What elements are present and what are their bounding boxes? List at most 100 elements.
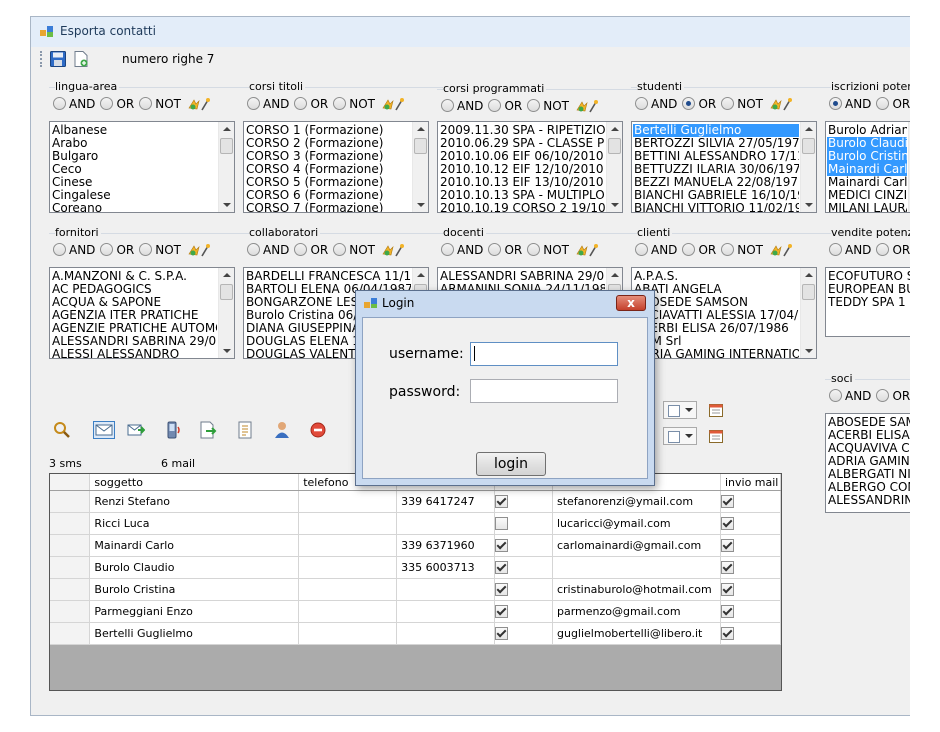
list-item[interactable]: ACQUA & SAPONE xyxy=(51,296,217,309)
export-icon[interactable] xyxy=(199,421,217,439)
radio-or[interactable] xyxy=(682,97,696,110)
scroll-down-icon[interactable] xyxy=(223,349,231,353)
list-item[interactable]: BIANCHI GABRIELE 16/10/1976 xyxy=(633,189,799,202)
mail-icon[interactable] xyxy=(93,421,115,439)
listbox-vendite[interactable]: ECOFUTURO ScEUROPEAN BUFTEDDY SPA 1 2 xyxy=(825,267,910,337)
checkbox[interactable] xyxy=(495,561,509,575)
list-item[interactable]: ACERBI ELISA 26/07/1986 xyxy=(633,322,799,335)
list-item[interactable]: MILANI LAURA 6 xyxy=(827,202,907,212)
list-item[interactable]: ACCIAVATTI ALESSIA 17/04/197 xyxy=(633,309,799,322)
radio-or[interactable] xyxy=(682,243,696,256)
list-item[interactable]: EUROPEAN BUF xyxy=(827,283,910,296)
list-item[interactable]: BETTUZZI ILARIA 30/06/1975 xyxy=(633,163,799,176)
list-item[interactable]: Cingalese xyxy=(51,189,217,202)
row-header[interactable] xyxy=(50,578,91,601)
list-item[interactable]: CORSO 7 (Formazione) xyxy=(245,202,411,212)
radio-or[interactable] xyxy=(100,243,114,256)
list-item[interactable]: Arabo xyxy=(51,137,217,150)
magic-wand-icon[interactable] xyxy=(382,97,404,111)
list-item[interactable]: Burolo Adriana 3 xyxy=(827,124,907,137)
radio-and[interactable] xyxy=(635,97,648,110)
table-row[interactable]: Mainardi Carlo 339 6371960 carlomainardi@g… xyxy=(50,534,781,557)
login-button[interactable]: login xyxy=(476,452,546,476)
list-item[interactable]: ALESSANDRI SABRINA 29/01/19 xyxy=(439,270,605,283)
scroll-thumb[interactable] xyxy=(802,138,815,154)
list-item[interactable]: ADM Srl xyxy=(633,335,799,348)
magic-wand-icon[interactable] xyxy=(770,243,792,257)
list-item[interactable]: ALESSANDRINI xyxy=(827,494,910,507)
list-item[interactable]: ACERBI ELISA 2 xyxy=(827,429,910,442)
checkbox[interactable] xyxy=(720,517,734,531)
row-header[interactable] xyxy=(50,534,91,557)
listbox-soci[interactable]: ABOSEDE SAMSACERBI ELISA 2ACQUAVIVA CHIA… xyxy=(825,413,910,513)
list-item[interactable]: CORSO 2 (Formazione) xyxy=(245,137,411,150)
list-item[interactable]: ALESSANDRI SABRINA 29/01/19 xyxy=(51,335,217,348)
vertical-scrollbar[interactable] xyxy=(908,122,910,212)
list-item[interactable]: BETTINI ALESSANDRO 17/11/19 xyxy=(633,150,799,163)
list-item[interactable]: Mainardi Carlo 2 xyxy=(827,176,907,189)
list-item[interactable]: Bulgaro xyxy=(51,150,217,163)
list-item[interactable]: Cinese xyxy=(51,176,217,189)
sms-icon[interactable] xyxy=(164,421,182,439)
list-item[interactable]: Ceco xyxy=(51,163,217,176)
list-item[interactable]: ADRIA GAMING xyxy=(827,455,910,468)
list-item[interactable]: Bertelli Guglielmo xyxy=(633,124,799,137)
list-item[interactable]: TEDDY SPA 1 2 xyxy=(827,296,910,309)
scroll-thumb[interactable] xyxy=(220,138,233,154)
scroll-up-icon[interactable] xyxy=(611,127,619,131)
magic-wand-icon[interactable] xyxy=(382,243,404,257)
stop-icon[interactable] xyxy=(309,421,327,439)
list-item[interactable]: BIANCHI VITTORIO 11/02/1992 xyxy=(633,202,799,212)
list-item[interactable]: ABOSEDE SAMS xyxy=(827,416,910,429)
list-item[interactable]: A.P.A.S. xyxy=(633,270,799,283)
row-header[interactable] xyxy=(50,600,91,623)
magic-wand-icon[interactable] xyxy=(188,97,210,111)
listbox-lingua-area[interactable]: Albanese Arabo Bulgaro Ceco Cinese Cingalese C… xyxy=(49,121,235,213)
scroll-up-icon[interactable] xyxy=(611,273,619,277)
calendar-grid-icon[interactable] xyxy=(709,403,723,417)
listbox-fornitori[interactable]: A.MANZONI & C. S.P.A. AC PEDAGOGICS ACQUA … xyxy=(49,267,235,359)
scroll-up-icon[interactable] xyxy=(805,273,813,277)
list-item[interactable]: 2010.10.06 EIF 06/10/2010 BRU xyxy=(439,150,605,163)
list-item[interactable]: MEDICI CINZIA 4 xyxy=(827,189,907,202)
checkbox[interactable] xyxy=(495,627,509,641)
list-item[interactable]: AGENZIE PRATICHE AUTOMOBI xyxy=(51,322,217,335)
new-document-icon[interactable] xyxy=(73,51,89,67)
radio-not[interactable] xyxy=(139,243,153,256)
user-icon[interactable] xyxy=(273,421,291,439)
row-header[interactable] xyxy=(50,622,91,645)
vertical-scrollbar[interactable] xyxy=(800,122,816,212)
list-item[interactable]: 2010.10.12 EIF 12/10/2010 IPPO xyxy=(439,163,605,176)
scroll-down-icon[interactable] xyxy=(417,203,425,207)
list-item[interactable]: A.MANZONI & C. S.P.A. xyxy=(51,270,217,283)
radio-and[interactable] xyxy=(635,243,648,256)
scroll-thumb[interactable] xyxy=(414,138,427,154)
checkbox[interactable] xyxy=(495,539,509,553)
list-item[interactable]: Albanese xyxy=(51,124,217,137)
table-row[interactable]: Burolo Claudio 335 6003713 xyxy=(50,556,781,579)
magic-wand-icon[interactable] xyxy=(576,243,598,257)
list-item[interactable]: ECOFUTURO Sc xyxy=(827,270,910,283)
contacts-grid[interactable]: soggetto telefono invio mail Renzi Stefa… xyxy=(49,473,782,691)
radio-and[interactable] xyxy=(441,243,454,256)
send-mail-icon[interactable] xyxy=(127,421,145,439)
list-item[interactable]: ABATI ANGELA xyxy=(633,283,799,296)
radio-or[interactable] xyxy=(876,389,890,402)
list-item[interactable]: Mainardi Carlo 1 xyxy=(827,163,907,176)
list-item[interactable]: 2010.10.19 CORSO 2 19/10/2010 xyxy=(439,202,605,212)
vertical-scrollbar[interactable] xyxy=(800,268,816,358)
password-field[interactable] xyxy=(470,379,618,403)
radio-or[interactable] xyxy=(294,97,308,110)
magic-wand-icon[interactable] xyxy=(770,97,792,111)
vertical-scrollbar[interactable] xyxy=(218,268,234,358)
listbox-clienti[interactable]: A.P.A.S. ABATI ANGELA ABOSEDE SAMSON ACCIAV… xyxy=(631,267,817,359)
save-icon[interactable] xyxy=(50,51,66,67)
list-item[interactable]: ALBERGO CONC xyxy=(827,481,910,494)
radio-or[interactable] xyxy=(294,243,308,256)
column-header-soggetto[interactable]: soggetto xyxy=(89,474,300,491)
radio-not[interactable] xyxy=(527,99,541,112)
close-button[interactable]: x xyxy=(616,295,646,311)
vertical-scrollbar[interactable] xyxy=(218,122,234,212)
table-row[interactable]: Ricci Luca lucaricci@ymail.com xyxy=(50,512,781,535)
scroll-thumb[interactable] xyxy=(608,138,621,154)
